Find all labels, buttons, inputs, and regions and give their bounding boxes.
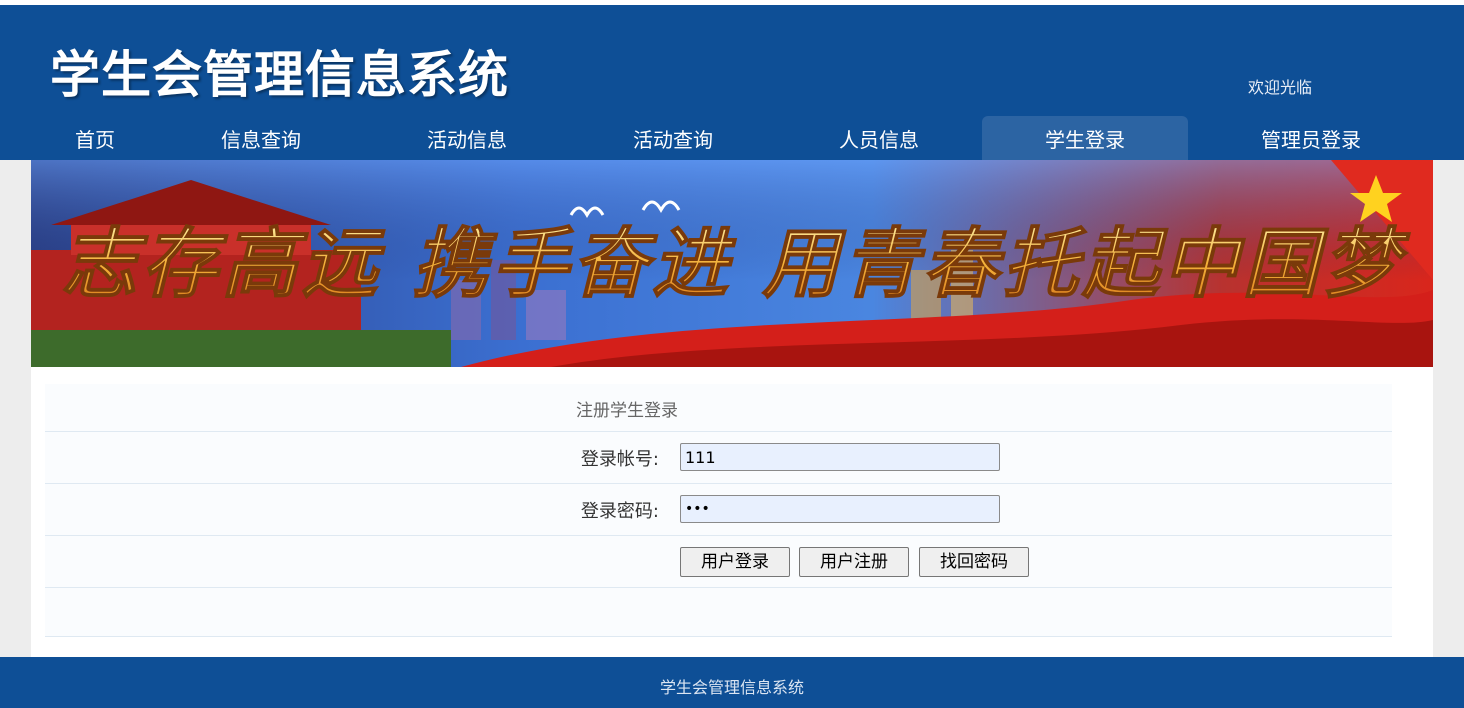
- banner-image: 志存高远 携手奋进 用青春托起中国梦: [31, 160, 1433, 367]
- account-input[interactable]: [680, 443, 1000, 471]
- nav-item-student-login[interactable]: 学生登录: [982, 116, 1188, 160]
- password-label: 登录密码:: [580, 501, 659, 522]
- recover-password-button[interactable]: 找回密码: [919, 547, 1029, 577]
- form-title-row: 注册学生登录: [45, 384, 1392, 432]
- footer-text: 学生会管理信息系统: [659, 678, 804, 697]
- login-button[interactable]: 用户登录: [680, 547, 790, 577]
- main-nav: 首页 信息查询 活动信息 活动查询 人员信息 学生登录 管理员登录: [0, 116, 1464, 160]
- content-panel: 注册学生登录 登录帐号: 登录密码: 用户登录 用户注册 找回密码: [31, 367, 1433, 657]
- account-label: 登录帐号:: [580, 449, 659, 470]
- nav-item-info-query[interactable]: 信息查询: [196, 116, 326, 160]
- register-button[interactable]: 用户注册: [799, 547, 909, 577]
- buttons-row: 用户登录 用户注册 找回密码: [45, 536, 1392, 588]
- login-form: 注册学生登录 登录帐号: 登录密码: 用户登录 用户注册 找回密码: [45, 384, 1392, 637]
- nav-item-home[interactable]: 首页: [30, 116, 160, 160]
- welcome-text: 欢迎光临: [1248, 78, 1313, 97]
- nav-item-member-info[interactable]: 人员信息: [814, 116, 944, 160]
- empty-row: [45, 588, 1392, 637]
- password-row: 登录密码:: [45, 484, 1392, 536]
- form-title: 注册学生登录: [576, 401, 678, 421]
- banner-slogan: 志存高远 携手奋进 用青春托起中国梦: [62, 219, 1411, 308]
- nav-item-activity-query[interactable]: 活动查询: [608, 116, 738, 160]
- nav-item-admin-login[interactable]: 管理员登录: [1236, 116, 1386, 160]
- site-footer: 学生会管理信息系统: [0, 657, 1464, 708]
- nav-item-activity-info[interactable]: 活动信息: [402, 116, 532, 160]
- site-title: 学生会管理信息系统: [50, 46, 509, 104]
- password-input[interactable]: [680, 495, 1000, 523]
- account-row: 登录帐号:: [45, 432, 1392, 484]
